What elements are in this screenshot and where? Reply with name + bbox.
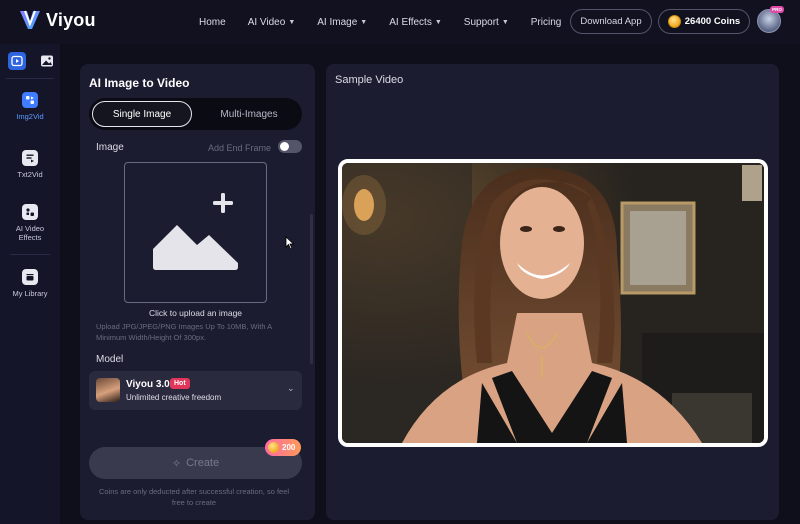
main-nav: Home AI Video ▼ AI Image ▼ AI Effects ▼ … [192,0,561,44]
video-mode-tab[interactable] [8,52,26,70]
end-frame-toggle[interactable] [278,140,302,153]
hot-badge: Hot [170,378,190,389]
sidebar-divider [10,254,50,255]
image-section-label: Image [96,142,124,153]
sidebar-item-txt2vid[interactable]: Txt2Vid [0,150,60,179]
chevron-down-icon: ▼ [288,18,296,26]
panel-scrollbar[interactable] [310,214,313,364]
chevron-down-icon: ▼ [360,18,368,26]
left-sidebar: Img2Vid Txt2Vid AI Video Effects My Libr… [0,44,60,524]
sidebar-item-label: AI Video Effects [15,224,45,242]
sidebar-divider [6,78,54,79]
sidebar-item-my-library[interactable]: My Library [0,269,60,298]
create-button-label: Create [186,457,220,469]
sidebar-item-img2vid[interactable]: Img2Vid [0,92,60,121]
sample-video-frame-image [342,163,764,443]
nav-home[interactable]: Home [199,17,226,28]
coin-icon [667,15,681,28]
coins-balance-button[interactable]: 26400 Coins [658,9,750,34]
sidebar-item-label: Img2Vid [16,112,44,121]
cost-value: 200 [282,443,296,452]
generation-panel: AI Image to Video Single Image Multi-Ima… [80,64,315,520]
library-icon [22,269,38,285]
nav-ai-image-label: AI Image [317,16,358,28]
nav-support-label: Support [463,16,499,28]
upload-caption: Click to upload an image [148,308,243,318]
mouse-cursor-icon [285,236,295,250]
image-mode-tab[interactable] [38,52,56,70]
image-icon [41,55,53,67]
nav-ai-video-label: AI Video [247,16,286,28]
image-upload-dropzone[interactable] [124,162,267,303]
sidebar-item-label: Txt2Vid [17,170,43,179]
upload-image-icon [153,193,238,270]
nav-ai-video[interactable]: AI Video ▼ [248,17,296,28]
nav-ai-effects-label: AI Effects [389,16,432,28]
chevron-down-icon: ⌄ [287,383,295,393]
model-description: Unlimited creative freedom [126,393,222,402]
sample-video-player[interactable] [338,159,768,447]
nav-pricing[interactable]: Pricing [531,17,562,28]
top-header: Viyou Home AI Video ▼ AI Image ▼ AI Effe… [0,0,800,44]
play-icon [11,55,23,67]
brand-logo[interactable]: Viyou [18,8,96,32]
viyou-logo-icon [20,10,40,29]
brand-name: Viyou [46,9,96,30]
effects-icon [22,204,38,220]
nav-ai-effects[interactable]: AI Effects ▼ [389,17,442,28]
model-selector[interactable]: Viyou 3.0 Hot Unlimited creative freedom… [89,371,302,410]
cost-badge: 200 [265,439,302,456]
upload-hint: Upload JPG/JPEG/PNG Images Up To 10MB, W… [96,322,272,342]
txt2vid-icon [22,150,38,166]
model-name: Viyou 3.0 [126,379,170,390]
img2vid-icon [22,92,38,108]
tab-multi-images[interactable]: Multi-Images [199,101,299,127]
preview-title: Sample Video [335,74,404,86]
sidebar-item-ai-video-effects[interactable]: AI Video Effects [0,204,60,242]
nav-home-label: Home [199,16,226,28]
toggle-knob [280,142,289,151]
panel-title: AI Image to Video [89,76,190,90]
tab-single-image[interactable]: Single Image [92,101,192,127]
model-thumbnail [96,378,120,402]
model-section-label: Model [96,354,124,365]
mode-segmented-control: Single Image Multi-Images [89,98,302,130]
coin-deduction-note: Coins are only deducted after successful… [98,487,290,507]
nav-ai-image[interactable]: AI Image ▼ [317,17,367,28]
end-frame-label: Add End Frame [208,143,272,153]
chevron-down-icon: ▼ [501,18,509,26]
nav-pricing-label: Pricing [530,16,562,28]
sparkle-icon: ✧ [171,457,182,470]
download-app-button[interactable]: Download App [570,9,652,34]
coin-icon [268,442,279,453]
coins-balance-label: 26400 Coins [684,16,741,27]
nav-support[interactable]: Support ▼ [464,17,509,28]
sample-video-panel: Sample Video [326,64,779,520]
vip-badge: PRO [770,6,784,13]
chevron-down-icon: ▼ [434,18,442,26]
sidebar-item-label: My Library [12,289,48,298]
